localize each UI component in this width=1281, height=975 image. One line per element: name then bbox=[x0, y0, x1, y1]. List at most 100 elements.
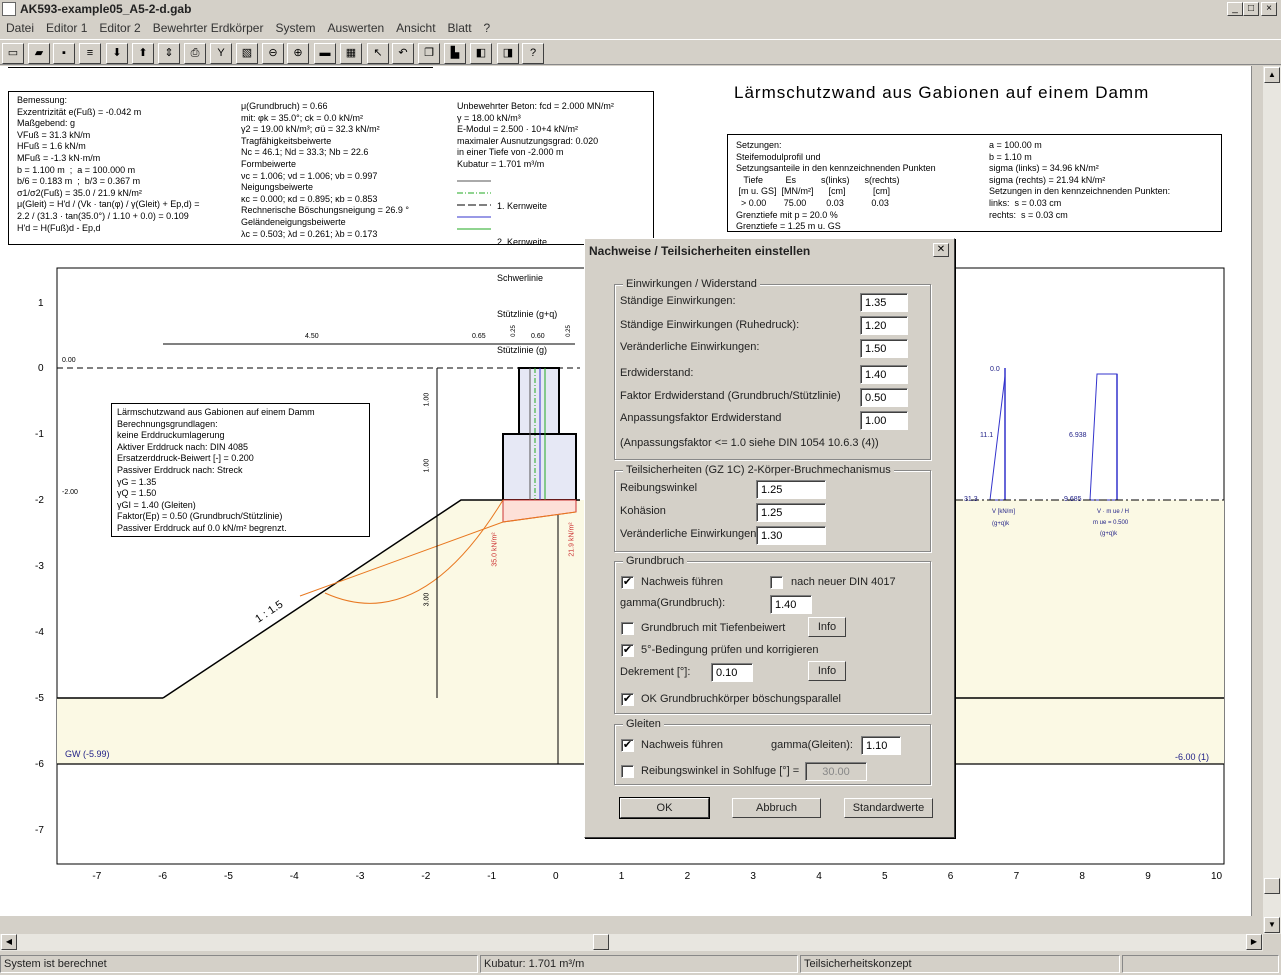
paint-icon[interactable]: ▙ bbox=[444, 43, 466, 64]
info-button[interactable]: Info bbox=[808, 617, 846, 637]
status-empty bbox=[1122, 955, 1279, 973]
status-bar: System ist berechnet Kubatur: 1.701 m³/m… bbox=[0, 953, 1281, 975]
grid-icon[interactable]: ▦ bbox=[340, 43, 362, 64]
ruhedruck-input[interactable] bbox=[860, 316, 908, 335]
menu-bewehrter-erdkoerper[interactable]: Bewehrter Erdkörper bbox=[147, 19, 270, 37]
x-tick: 5 bbox=[882, 871, 888, 882]
x-tick: 2 bbox=[684, 871, 691, 882]
x-tick: 6 bbox=[947, 871, 954, 882]
tiefenbeiwert-checkbox[interactable] bbox=[621, 622, 634, 635]
dialog-close-icon[interactable]: ✕ bbox=[933, 243, 949, 257]
arrow-updown-icon[interactable]: ⇕ bbox=[158, 43, 180, 64]
arrow-up-icon[interactable]: ⬆ bbox=[132, 43, 154, 64]
pressure-label: 21.9 kN/m² bbox=[568, 522, 576, 557]
staendig-input[interactable] bbox=[860, 293, 908, 312]
gleiten-nachweis-checkbox[interactable]: ✔ bbox=[621, 739, 634, 752]
faktor-erdwiderstand-input[interactable] bbox=[860, 388, 908, 407]
zoom-in-icon[interactable]: ⊕ bbox=[287, 43, 309, 64]
filter-icon[interactable]: Y bbox=[210, 43, 232, 64]
y-tick: -6 bbox=[35, 759, 44, 770]
restore-button[interactable]: □ bbox=[1243, 2, 1259, 16]
scroll-up-icon[interactable]: ▲ bbox=[1264, 67, 1280, 83]
scroll-thumb[interactable] bbox=[1264, 878, 1280, 894]
close-button[interactable]: × bbox=[1261, 2, 1277, 16]
print-icon[interactable]: ⎙ bbox=[184, 43, 206, 64]
gamma-gleiten-input[interactable] bbox=[861, 736, 901, 755]
anpassungsfaktor-input[interactable] bbox=[860, 411, 908, 430]
y-tick: -3 bbox=[35, 561, 44, 572]
horizontal-scrollbar[interactable]: ◀ ▶ bbox=[0, 934, 1263, 951]
chart-icon[interactable]: ▬ bbox=[314, 43, 336, 64]
arrow-down-icon[interactable]: ⬇ bbox=[106, 43, 128, 64]
erdwiderstand-input[interactable] bbox=[860, 365, 908, 384]
menu-help[interactable]: ? bbox=[478, 19, 497, 37]
pressure-label: 35.0 kN/m² bbox=[491, 532, 499, 567]
list-icon[interactable]: ≡ bbox=[79, 43, 101, 64]
menu-editor1[interactable]: Editor 1 bbox=[40, 19, 93, 37]
help-icon[interactable]: ? bbox=[522, 43, 544, 64]
x-tick: 4 bbox=[816, 871, 822, 882]
open-folder-icon[interactable]: ▰ bbox=[28, 43, 50, 64]
din4017-checkbox[interactable] bbox=[770, 576, 783, 589]
ok-button[interactable]: OK bbox=[619, 797, 710, 819]
color-icon[interactable]: ◨ bbox=[497, 43, 519, 64]
label: Veränderliche Einwirkungen: bbox=[620, 341, 760, 353]
minimize-button[interactable]: _ bbox=[1227, 2, 1243, 16]
dim-label: 4.50 bbox=[305, 333, 319, 340]
boeschungsparallel-checkbox[interactable]: ✔ bbox=[621, 693, 634, 706]
note: (Anpassungsfaktor <= 1.0 siehe DIN 1054 … bbox=[620, 437, 879, 449]
y-tick: 1 bbox=[38, 298, 44, 309]
menu-system[interactable]: System bbox=[269, 19, 321, 37]
scroll-thumb[interactable] bbox=[593, 934, 609, 950]
layers-icon[interactable]: ◧ bbox=[470, 43, 492, 64]
menu-datei[interactable]: Datei bbox=[0, 19, 40, 37]
menu-auswerten[interactable]: Auswerten bbox=[321, 19, 390, 37]
five-degree-checkbox[interactable]: ✔ bbox=[621, 644, 634, 657]
diagram-caption: V [kN/m] bbox=[992, 509, 1016, 515]
pointer-icon[interactable]: ↖ bbox=[367, 43, 389, 64]
defaults-button[interactable]: Standardwerte bbox=[844, 798, 933, 818]
level-label: 0.00 bbox=[62, 357, 76, 364]
vdim-label: 1.00 bbox=[423, 392, 431, 407]
x-tick: 0 bbox=[553, 871, 559, 882]
status-mid: Kubatur: 1.701 m³/m bbox=[480, 955, 798, 973]
undo-icon[interactable]: ↶ bbox=[392, 43, 414, 64]
label: 5°-Bedingung prüfen und korrigieren bbox=[641, 644, 819, 656]
x-tick: 1 bbox=[618, 871, 625, 882]
sohlfuge-checkbox[interactable] bbox=[621, 765, 634, 778]
veraenderlich-2k-input[interactable] bbox=[756, 526, 826, 545]
x-tick: -5 bbox=[224, 871, 233, 882]
dekrement-input[interactable] bbox=[711, 663, 753, 682]
label: Reibungswinkel in Sohlfuge [°] = bbox=[641, 765, 800, 777]
label: Reibungswinkel bbox=[620, 482, 698, 494]
copy-icon[interactable]: ❐ bbox=[418, 43, 440, 64]
diagram-label: 11.1 bbox=[980, 432, 994, 439]
gw-label: GW (-5.99) bbox=[65, 749, 110, 759]
reibungswinkel-input[interactable] bbox=[756, 480, 826, 499]
zoom-out-icon[interactable]: ⊖ bbox=[262, 43, 284, 64]
scroll-down-icon[interactable]: ▼ bbox=[1264, 917, 1280, 933]
veraenderlich-input[interactable] bbox=[860, 339, 908, 358]
page-setup-icon[interactable]: ▧ bbox=[236, 43, 258, 64]
vertical-scrollbar[interactable]: ▲ ▼ bbox=[1263, 66, 1281, 934]
status-right: Teilsicherheitskonzept bbox=[800, 955, 1120, 973]
info-button[interactable]: Info bbox=[808, 661, 846, 681]
gamma-grundbruch-input[interactable] bbox=[770, 595, 812, 614]
cancel-button[interactable]: Abbruch bbox=[732, 798, 821, 818]
menu-blatt[interactable]: Blatt bbox=[442, 19, 478, 37]
diagram-label: 9.685 bbox=[1064, 496, 1082, 503]
scroll-left-icon[interactable]: ◀ bbox=[1, 934, 17, 950]
label: Anpassungsfaktor Erdwiderstand bbox=[620, 412, 782, 424]
label: Nachweis führen bbox=[641, 739, 723, 751]
save-icon[interactable]: ▪ bbox=[53, 43, 75, 64]
menu-ansicht[interactable]: Ansicht bbox=[390, 19, 441, 37]
dim-label: 0.25 bbox=[510, 325, 517, 337]
status-left: System ist berechnet bbox=[0, 955, 478, 973]
menu-editor2[interactable]: Editor 2 bbox=[93, 19, 146, 37]
grundbruch-nachweis-checkbox[interactable]: ✔ bbox=[621, 576, 634, 589]
sohlfuge-input[interactable] bbox=[805, 762, 867, 781]
kohaesion-input[interactable] bbox=[756, 503, 826, 522]
new-file-icon[interactable]: ▭ bbox=[2, 43, 24, 64]
label: nach neuer DIN 4017 bbox=[791, 576, 896, 588]
scroll-right-icon[interactable]: ▶ bbox=[1246, 934, 1262, 950]
